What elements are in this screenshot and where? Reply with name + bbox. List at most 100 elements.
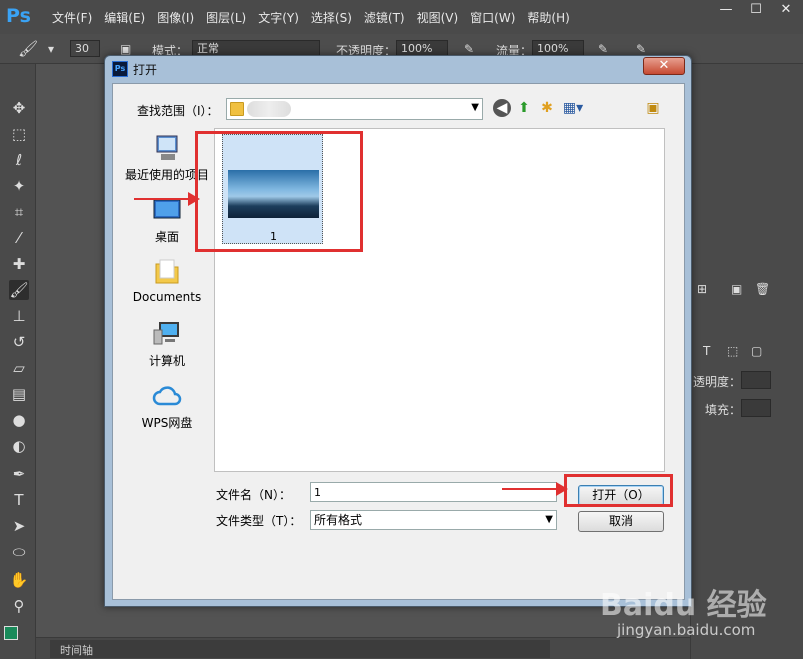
lasso-tool-icon[interactable]: ℓ — [9, 150, 29, 170]
history-brush-tool-icon[interactable]: ↺ — [9, 332, 29, 352]
arrow-to-file-icon — [134, 192, 200, 206]
watermark-url: jingyan.baidu.com — [617, 621, 756, 639]
magic-wand-tool-icon[interactable]: ✦ — [9, 176, 29, 196]
zoom-tool-icon[interactable]: ⚲ — [9, 596, 29, 616]
menu-layer[interactable]: 图层(L) — [200, 9, 252, 26]
airbrush-icon[interactable]: ✎ — [598, 42, 608, 56]
place-computer-label: 计算机 — [148, 354, 185, 368]
blur-tool-icon[interactable]: ● — [9, 410, 29, 430]
menu-edit[interactable]: 编辑(E) — [98, 9, 151, 26]
type-tool-icon[interactable]: T — [9, 490, 29, 510]
menu-image[interactable]: 图像(I) — [151, 9, 200, 26]
dialog-close-button[interactable]: ✕ — [643, 57, 685, 75]
filetype-label: 文件类型（T）： — [216, 514, 302, 528]
type-filter-icon[interactable]: T — [703, 344, 710, 358]
place-wps-label: WPS网盘 — [141, 416, 193, 430]
trash-icon[interactable]: 🗑 — [755, 282, 770, 296]
chevron-down-icon[interactable]: ▼ — [471, 102, 479, 113]
place-documents[interactable]: Documents — [123, 256, 211, 304]
place-wps-cloud[interactable]: WPS网盘 — [123, 380, 211, 431]
menu-filter[interactable]: 滤镜(T) — [358, 9, 411, 26]
filetype-value: 所有格式 — [314, 513, 363, 527]
right-panels: ⊞ ▣ 🗑 T ⬚ ▢ 透明度： 填充： — [690, 64, 803, 659]
ps-menubar: Ps 文件(F) 编辑(E) 图像(I) 图层(L) 文字(Y) 选择(S) 滤… — [0, 0, 803, 34]
menu-select[interactable]: 选择(S) — [305, 9, 358, 26]
shape-filter-icon[interactable]: ⬚ — [727, 344, 738, 358]
file-highlight-box — [195, 131, 363, 252]
path-select-tool-icon[interactable]: ➤ — [9, 516, 29, 536]
menu-type[interactable]: 文字(Y) — [252, 9, 305, 26]
smart-filter-icon[interactable]: ▢ — [751, 344, 762, 358]
brush-tool-icon[interactable]: 🖌 — [18, 39, 38, 58]
lookin-label: 查找范围（I）： — [137, 104, 219, 118]
eraser-tool-icon[interactable]: ▱ — [9, 358, 29, 378]
crop-tool-icon[interactable]: ⌗ — [9, 202, 29, 222]
brush-panel-icon[interactable]: ▣ — [120, 42, 131, 56]
menu-file[interactable]: 文件(F) — [46, 9, 98, 26]
flow-value: 100% — [537, 42, 569, 55]
foreground-color-swatch[interactable] — [4, 626, 18, 640]
menu-view[interactable]: 视图(V) — [411, 9, 465, 26]
lookin-combo[interactable]: ▼ — [226, 98, 483, 120]
place-computer[interactable]: 计算机 — [123, 318, 211, 369]
minimize-icon[interactable]: — — [713, 2, 739, 19]
pen-tool-icon[interactable]: ✒ — [9, 464, 29, 484]
documents-folder-icon — [155, 259, 179, 284]
back-icon[interactable]: ◀ — [493, 99, 511, 117]
mode-value: 正常 — [197, 42, 219, 55]
gradient-tool-icon[interactable]: ▤ — [9, 384, 29, 404]
menu-help[interactable]: 帮助(H) — [521, 9, 575, 26]
maximize-icon[interactable]: ☐ — [743, 2, 769, 19]
brush-preset-dropdown-icon[interactable]: ▾ — [48, 42, 54, 56]
favorite-folder-icon[interactable]: ▣ — [644, 99, 662, 117]
timeline-label: 时间轴 — [60, 644, 93, 657]
new-layer-icon[interactable]: ⊞ — [697, 282, 707, 296]
new-folder-icon[interactable]: ✱ — [538, 99, 556, 117]
stamp-tool-icon[interactable]: ⊥ — [9, 306, 29, 326]
dodge-tool-icon[interactable]: ◐ — [9, 436, 29, 456]
dialog-title: 打开 — [133, 63, 158, 77]
camera-icon[interactable]: ▣ — [731, 282, 742, 296]
filetype-select[interactable]: 所有格式 ▼ — [310, 510, 557, 530]
pressure-size-icon[interactable]: ✎ — [636, 42, 646, 56]
layer-opacity-label: 透明度： — [693, 375, 742, 389]
view-menu-icon[interactable]: ▦▾ — [561, 99, 585, 117]
place-documents-label: Documents — [132, 290, 202, 304]
baidu-watermark: Baidu 经验 — [600, 588, 767, 623]
menu-window[interactable]: 窗口(W) — [464, 9, 521, 26]
open-button-highlight-box — [564, 474, 673, 507]
timeline-panel: 时间轴 — [36, 637, 690, 659]
arrow-to-open-icon — [502, 482, 568, 496]
computer-icon — [153, 322, 179, 345]
brush-tool-icon[interactable]: 🖌 — [9, 280, 29, 300]
up-folder-icon[interactable]: ⬆ — [515, 99, 533, 117]
recent-items-icon — [156, 135, 178, 160]
marquee-tool-icon[interactable]: ⬚ — [9, 124, 29, 144]
layer-fill-label: 填充： — [705, 403, 742, 417]
eyedropper-tool-icon[interactable]: ⁄ — [9, 228, 29, 248]
photoshop-logo-icon: Ps — [6, 5, 31, 27]
move-tool-icon[interactable]: ✥ — [9, 98, 29, 118]
window-controls: — ☐ ✕ — [713, 2, 799, 19]
pressure-opacity-icon[interactable]: ✎ — [464, 42, 474, 56]
cloud-icon — [152, 386, 182, 406]
healing-brush-tool-icon[interactable]: ✚ — [9, 254, 29, 274]
open-dialog: Ps 打开 ✕ 查找范围（I）： ▼ ◀ ⬆ ✱ ▦▾ ▣ 最近使用的项目 桌面… — [104, 55, 692, 607]
brush-size-box[interactable]: 30 — [70, 40, 100, 57]
photoshop-app-icon: Ps — [112, 61, 128, 77]
folder-icon — [230, 102, 244, 116]
opacity-value: 100% — [401, 42, 433, 55]
brush-size-value: 30 — [75, 42, 89, 55]
filename-input[interactable] — [310, 482, 557, 502]
close-window-icon[interactable]: ✕ — [773, 2, 799, 19]
timeline-tab[interactable] — [50, 640, 550, 658]
filename-label: 文件名（N）： — [216, 488, 291, 502]
blurred-folder-name — [247, 101, 291, 117]
ps-menu: 文件(F) 编辑(E) 图像(I) 图层(L) 文字(Y) 选择(S) 滤镜(T… — [46, 9, 576, 26]
layer-fill-input[interactable] — [741, 399, 771, 417]
layer-opacity-input[interactable] — [741, 371, 771, 389]
ellipse-tool-icon[interactable]: ⬭ — [9, 542, 29, 562]
chevron-down-icon[interactable]: ▼ — [545, 511, 553, 529]
hand-tool-icon[interactable]: ✋ — [9, 570, 29, 590]
cancel-button[interactable]: 取消 — [578, 511, 664, 532]
